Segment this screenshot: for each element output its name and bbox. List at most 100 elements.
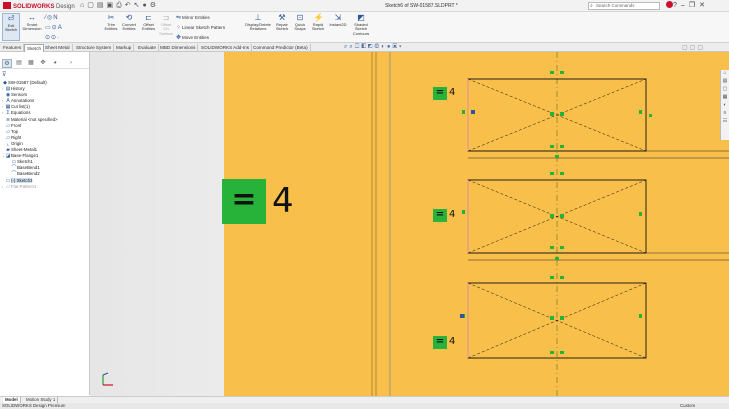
quick-access-toolbar: ⌂▢▤▣⎙↶↖●⚙ xyxy=(80,1,159,10)
rectangle-icon: ▭ xyxy=(45,25,51,31)
configuration-tab-icon[interactable]: ▦ xyxy=(26,59,36,68)
restore-icon[interactable]: ❐ xyxy=(689,2,699,9)
search-placeholder: Search Commands xyxy=(596,3,635,8)
forum-icon[interactable]: ☷ xyxy=(721,118,729,126)
section-view-icon[interactable]: ◧ xyxy=(361,44,368,50)
tab-sketch[interactable]: Sketch xyxy=(24,44,45,52)
convert-icon: ⟲ xyxy=(125,13,133,22)
feature-tree: ◆SW-01587 (Default) › ▤History ◉Sensors ›… xyxy=(2,80,89,190)
property-manager-tab-icon[interactable]: ▤ xyxy=(14,59,24,68)
resources-icon[interactable]: ⌂ xyxy=(721,70,729,78)
tab-mbd-dimensions[interactable]: MBD Dimensions xyxy=(158,44,199,52)
circle-tool-button[interactable]: ⊙⊙· xyxy=(45,34,60,41)
move-entities-button[interactable]: ✥Move Entities xyxy=(176,34,209,41)
model-tabs: Model Motion Study 1 xyxy=(0,396,729,404)
move-icon: ✥ xyxy=(176,35,182,41)
relation-icon xyxy=(560,246,564,249)
minimize-icon[interactable]: – xyxy=(681,2,689,9)
relation-icon xyxy=(462,210,465,214)
tab-solidworks-add-ins[interactable]: SOLIDWORKS Add-Ins xyxy=(199,44,252,52)
offset-label: Offset Entities xyxy=(141,22,156,32)
help-icon[interactable]: ? xyxy=(673,2,681,9)
line-tool-button[interactable]: ⁄◎Ν xyxy=(45,14,59,21)
construction-diagonal xyxy=(467,179,647,254)
coincident-icon xyxy=(471,110,475,114)
quick-snaps-icon: ⊡ xyxy=(296,13,304,22)
save-icon[interactable]: ▣ xyxy=(106,2,116,9)
shaded-sketch-contours-button[interactable]: ◩ Shaded Sketch Contours xyxy=(350,13,372,36)
units-selector[interactable]: Custom xyxy=(680,403,695,409)
relation-icon xyxy=(550,71,554,74)
dimxpert-tab-icon[interactable]: ✥ xyxy=(38,59,48,68)
rapid-sketch-button[interactable]: ⚡ Rapid Sketch xyxy=(310,13,326,32)
instant2d-icon: ⇲ xyxy=(334,13,342,22)
coincident-icon xyxy=(460,314,464,318)
mirror-entities-button[interactable]: ⇋Mirror Entities xyxy=(176,14,210,21)
tab-sheet-metal[interactable]: Sheet Metal xyxy=(43,44,73,52)
design-library-icon[interactable]: ▤ xyxy=(721,78,729,86)
relation-icon xyxy=(555,257,559,260)
offset-entities-button[interactable]: ⊏ Offset Entities xyxy=(140,13,157,32)
tab-evaluate[interactable]: Evaluate xyxy=(136,44,159,52)
file-explorer-icon[interactable]: ▢ xyxy=(721,86,729,94)
print-icon[interactable]: ⎙ xyxy=(116,2,125,9)
repair-sketch-button[interactable]: ⚒ Repair Sketch xyxy=(274,13,290,32)
rectangle-tool-button[interactable]: ▭⊙A xyxy=(45,24,63,31)
construction-diagonal xyxy=(467,78,647,152)
smart-dimension-button[interactable]: ↔ Smart Dimension xyxy=(22,13,42,32)
new-icon[interactable]: ▢ xyxy=(87,2,97,9)
trim-entities-button[interactable]: ✂ Trim Entities xyxy=(103,13,119,32)
expand-panel-icon[interactable]: › xyxy=(66,59,76,68)
quick-snaps-button[interactable]: ⊡ Quick Snaps xyxy=(292,13,308,32)
appearances-icon[interactable]: ◐ xyxy=(721,102,729,110)
tab-features[interactable]: Features xyxy=(1,44,25,52)
offset-icon: ⊏ xyxy=(145,13,152,22)
options-icon[interactable]: ⚙ xyxy=(150,2,159,9)
viewport-close-icon[interactable]: ▢ xyxy=(697,45,705,51)
search-commands-input[interactable]: ⌕ Search Commands xyxy=(588,2,660,10)
smart-dimension-icon: ↔ xyxy=(28,13,36,22)
display-manager-tab-icon[interactable]: ◕ xyxy=(50,59,60,68)
linear-pattern-button[interactable]: ⁘Linear Sketch Pattern xyxy=(176,24,225,31)
feature-tree-tab-icon[interactable]: ⚙ xyxy=(2,59,12,68)
equal-relation-badge[interactable]: = xyxy=(433,87,447,100)
line-icon: ⁄ xyxy=(45,15,47,21)
equal-relation-badge[interactable]: = xyxy=(433,209,447,222)
viewport-minimize-icon[interactable]: ▢ xyxy=(682,45,690,51)
relations-icon: ⊥ xyxy=(254,13,262,22)
offset-surface-label: Offset On Surface xyxy=(159,22,173,36)
document-title: Sketch6 of SW-01587.SLDPRT * xyxy=(385,3,458,9)
app-logo[interactable]: SOLIDWORKS Design xyxy=(3,2,75,10)
relation-icon xyxy=(550,316,554,320)
filter-icon[interactable]: ⊽ xyxy=(2,71,6,78)
undo-icon[interactable]: ↶ xyxy=(125,2,134,9)
close-icon[interactable]: ✕ xyxy=(699,2,709,9)
exit-sketch-label: Exit Sketch xyxy=(4,23,18,33)
relation-icon xyxy=(550,145,554,148)
move-label: Move Entities xyxy=(182,35,210,40)
circle-icon: ⊙ xyxy=(45,35,51,41)
equal-relation-badge-count: 4 xyxy=(449,209,456,220)
tab-markup[interactable]: Markup xyxy=(114,44,135,52)
custom-properties-icon[interactable]: ≡ xyxy=(721,110,729,118)
shaded-contours-label: Shaded Sketch Contours xyxy=(352,22,370,36)
rebuild-icon[interactable]: ● xyxy=(142,2,149,9)
tree-item-flat-pattern[interactable]: › ▱Flat-Pattern1 xyxy=(2,184,89,190)
tab-structure-system[interactable]: Structure System xyxy=(74,44,115,52)
equal-relation-badge[interactable]: = xyxy=(433,336,447,349)
user-avatar-icon[interactable] xyxy=(666,1,673,8)
relation-icon xyxy=(462,110,465,114)
view-palette-icon[interactable]: ▦ xyxy=(721,94,729,102)
display-delete-relations-button[interactable]: ⊥ Display/Delete Relations xyxy=(244,13,272,32)
tab-command-predictor[interactable]: Command Predictor (Beta) xyxy=(251,44,311,52)
feature-manager-panel: ⚙ ▤ ▦ ✥ ◕ › ⊽ ◆SW-01587 (Default) › ▤Hist… xyxy=(0,52,90,395)
view-settings-icon[interactable]: ▾ xyxy=(399,44,404,50)
exit-sketch-button[interactable]: ⏎ Exit Sketch xyxy=(2,13,20,41)
convert-entities-button[interactable]: ⟲ Convert Entities xyxy=(120,13,138,32)
ds-logo-icon xyxy=(3,2,11,9)
offset-on-surface-button[interactable]: ⊐ Offset On Surface xyxy=(158,13,174,36)
linear-pattern-icon: ⁘ xyxy=(176,25,182,31)
sheet-metal-face[interactable] xyxy=(224,52,729,396)
instant2d-button[interactable]: ⇲ Instant2D xyxy=(328,13,348,27)
offset-surface-icon: ⊐ xyxy=(162,13,170,22)
